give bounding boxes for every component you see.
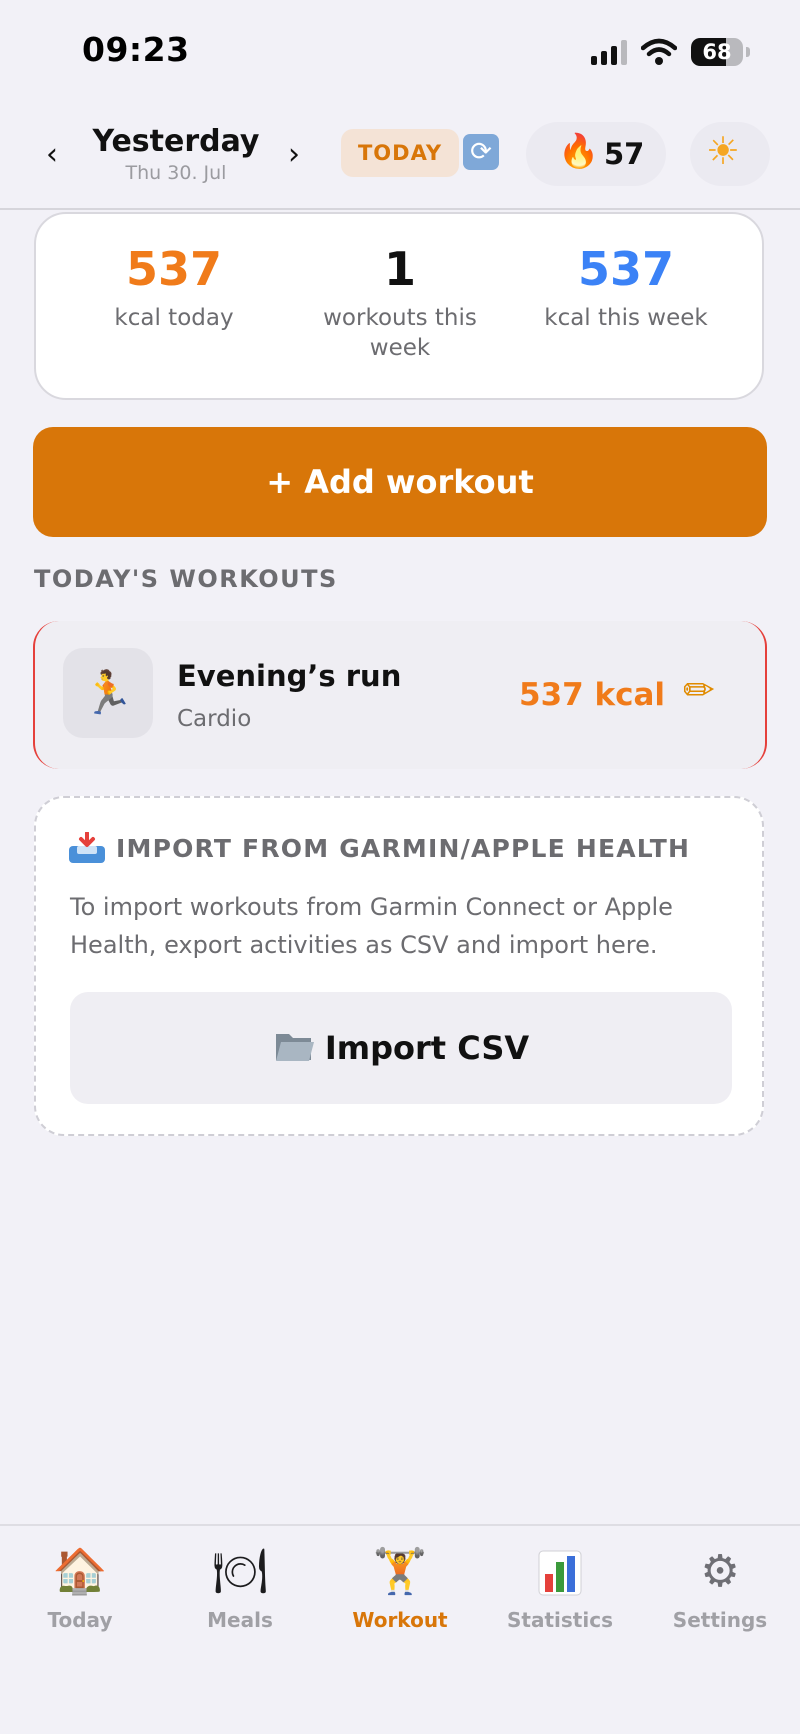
import-card: IMPORT FROM GARMIN/APPLE HEALTH To impor… <box>34 796 764 1136</box>
stat-kcal-today-label: kcal today <box>114 305 234 331</box>
stat-kcal-today-value: 537 <box>125 242 223 296</box>
import-title: IMPORT FROM GARMIN/APPLE HEALTH <box>116 834 691 863</box>
stat-workouts-week: 1 workouts this week <box>300 246 500 364</box>
gear-icon: ⚙ <box>700 1546 740 1597</box>
cellular-signal-icon <box>591 39 627 65</box>
date-title[interactable]: Yesterday <box>76 124 276 159</box>
tab-bar: 🏠 Today 🍽 Meals 🏋 Workout Statistics ⚙ S… <box>0 1524 800 1734</box>
stat-kcal-week: 537 kcal this week <box>526 246 726 334</box>
stat-kcal-week-value: 537 <box>577 242 675 296</box>
status-icons: 68 <box>591 38 750 66</box>
folder-icon <box>275 1034 314 1061</box>
workout-card[interactable]: 🏃 Evening’s run Cardio 537 kcal ✏ <box>33 621 767 769</box>
tab-label: Workout <box>352 1608 448 1632</box>
summary-card: 537 kcal today 1 workouts this week 537 … <box>34 212 764 400</box>
battery-tip <box>746 47 750 57</box>
refresh-icon[interactable]: ⟳ <box>463 134 499 170</box>
sun-icon: ☀ <box>706 129 741 173</box>
tab-today[interactable]: 🏠 Today <box>0 1544 160 1632</box>
chevron-right-icon[interactable]: › <box>288 140 300 170</box>
flame-icon: 🔥 <box>558 131 600 170</box>
tab-statistics[interactable]: Statistics <box>480 1544 640 1632</box>
house-icon: 🏠 <box>52 1546 108 1597</box>
import-csv-label: Import CSV <box>324 1029 530 1067</box>
bar-chart-icon <box>480 1544 640 1600</box>
tab-settings[interactable]: ⚙ Settings <box>640 1544 800 1632</box>
pencil-icon[interactable]: ✏ <box>683 671 715 709</box>
date-header: ‹ Yesterday Thu 30. Jul › TODAY ⟳ 🔥 57 ☀ <box>0 118 800 210</box>
tab-label: Meals <box>207 1608 273 1632</box>
streak-count: 57 <box>604 137 645 171</box>
status-time: 09:23 <box>82 30 190 69</box>
stat-workouts-week-label: workouts this week <box>323 305 477 361</box>
wifi-icon <box>641 38 677 65</box>
stat-workouts-week-value: 1 <box>383 242 416 296</box>
add-workout-button[interactable]: + Add workout <box>33 427 767 537</box>
tab-workout[interactable]: 🏋 Workout <box>320 1544 480 1632</box>
battery-level: 68 <box>702 40 732 64</box>
today-button[interactable]: TODAY <box>341 129 459 177</box>
tab-label: Statistics <box>507 1608 613 1632</box>
runner-icon: 🏃 <box>63 648 153 738</box>
workout-type: Cardio <box>177 706 252 732</box>
inbox-tray-icon <box>69 832 105 863</box>
plate-icon: 🍽 <box>212 1546 268 1597</box>
date-subtitle: Thu 30. Jul <box>125 162 227 184</box>
battery-icon: 68 <box>691 38 743 66</box>
tab-meals[interactable]: 🍽 Meals <box>160 1544 320 1632</box>
workout-kcal: 537 kcal <box>519 677 666 713</box>
weightlifter-icon: 🏋 <box>372 1546 428 1597</box>
chevron-left-icon[interactable]: ‹ <box>46 140 58 170</box>
header-divider <box>0 208 800 210</box>
workout-name: Evening’s run <box>177 659 402 693</box>
import-description: To import workouts from Garmin Connect o… <box>70 893 673 960</box>
stat-kcal-week-label: kcal this week <box>544 305 708 331</box>
stat-kcal-today: 537 kcal today <box>74 246 274 334</box>
section-title-todays-workouts: TODAY'S WORKOUTS <box>34 565 338 593</box>
tab-label: Today <box>47 1608 113 1632</box>
import-csv-button[interactable]: Import CSV <box>70 992 732 1104</box>
tab-label: Settings <box>672 1608 768 1632</box>
